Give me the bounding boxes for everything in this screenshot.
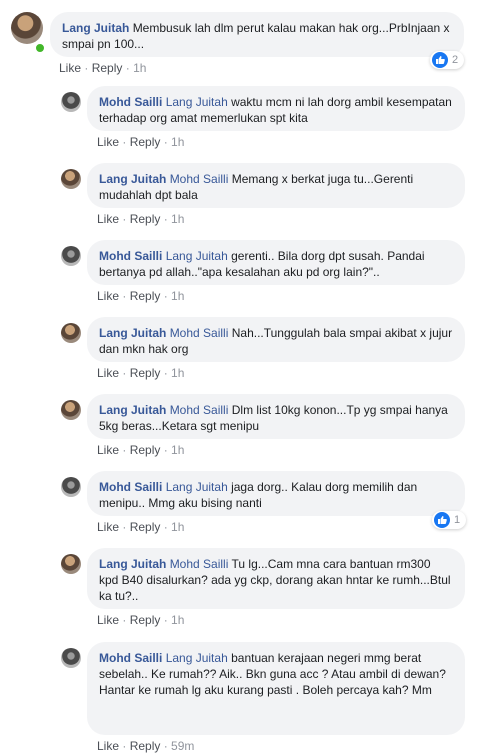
comment-author[interactable]: Mohd Sailli bbox=[99, 249, 162, 263]
avatar[interactable] bbox=[61, 169, 81, 189]
thumbs-up-icon bbox=[432, 52, 448, 68]
like-button[interactable]: Like bbox=[97, 443, 119, 457]
mention-link[interactable]: Lang Juitah bbox=[166, 480, 228, 494]
like-button[interactable]: Like bbox=[97, 289, 119, 303]
comment-actions: Like · Reply · 1h bbox=[97, 135, 184, 149]
reaction-count[interactable]: 1 bbox=[432, 511, 467, 529]
comment-actions: Like · Reply · 1h bbox=[97, 212, 184, 226]
separator: · bbox=[160, 366, 172, 380]
mention-link[interactable]: Mohd Sailli bbox=[170, 326, 229, 340]
like-button[interactable]: Like bbox=[97, 212, 119, 226]
avatar[interactable] bbox=[61, 477, 81, 497]
reply-button[interactable]: Reply bbox=[130, 613, 161, 627]
comment-bubble: Mohd Sailli Lang Juitah jaga dorg.. Kala… bbox=[87, 471, 465, 516]
reply-button[interactable]: Reply bbox=[130, 520, 161, 534]
avatar[interactable] bbox=[61, 648, 81, 668]
comment-actions: Like · Reply · 1h bbox=[59, 61, 146, 75]
reaction-count[interactable]: 2 bbox=[430, 51, 465, 69]
separator: · bbox=[119, 289, 130, 303]
like-button[interactable]: Like bbox=[97, 520, 119, 534]
reaction-number: 2 bbox=[452, 54, 459, 66]
separator: · bbox=[119, 739, 130, 753]
separator: · bbox=[119, 212, 130, 226]
comment-bubble: Lang Juitah Mohd Sailli Dlm list 10kg ko… bbox=[87, 394, 465, 439]
comment-actions: Like · Reply · 59m bbox=[97, 739, 194, 753]
comment-actions: Like · Reply · 1h bbox=[97, 289, 184, 303]
reply-button[interactable]: Reply bbox=[130, 366, 161, 380]
comment-time[interactable]: 1h bbox=[171, 366, 184, 380]
avatar[interactable] bbox=[61, 400, 81, 420]
mention-link[interactable]: Lang Juitah bbox=[166, 249, 228, 263]
reply-button[interactable]: Reply bbox=[130, 739, 161, 753]
separator: · bbox=[84, 61, 92, 75]
comment-author[interactable]: Mohd Sailli bbox=[99, 651, 162, 665]
reply-button[interactable]: Reply bbox=[130, 212, 161, 226]
comment-bubble: Mohd Sailli Lang Juitah waktu mcm ni lah… bbox=[87, 86, 465, 131]
reply-button[interactable]: Reply bbox=[130, 135, 161, 149]
separator: · bbox=[160, 135, 172, 149]
comment-bubble: Lang Juitah Mohd Sailli Nah...Tunggulah … bbox=[87, 317, 465, 362]
online-status-dot bbox=[34, 42, 46, 54]
separator: · bbox=[119, 443, 130, 457]
mention-link[interactable]: Mohd Sailli bbox=[170, 557, 229, 571]
comment-bubble: Mohd Sailli Lang Juitah bantuan kerajaan… bbox=[87, 642, 465, 735]
reply-button[interactable]: Reply bbox=[92, 61, 123, 75]
avatar[interactable] bbox=[11, 12, 43, 44]
avatar[interactable] bbox=[61, 246, 81, 266]
separator: · bbox=[160, 739, 172, 753]
mention-link[interactable]: Mohd Sailli bbox=[170, 172, 229, 186]
comment-actions: Like · Reply · 1h bbox=[97, 613, 184, 627]
comment-time[interactable]: 1h bbox=[171, 613, 184, 627]
comment-bubble: Lang Juitah Membusuk lah dlm perut kalau… bbox=[50, 12, 464, 57]
comment-author[interactable]: Lang Juitah bbox=[62, 21, 129, 35]
like-button[interactable]: Like bbox=[97, 613, 119, 627]
comment-author[interactable]: Lang Juitah bbox=[99, 172, 166, 186]
comment-actions: Like · Reply · 1h bbox=[97, 520, 184, 534]
reaction-number: 1 bbox=[454, 514, 461, 526]
like-button[interactable]: Like bbox=[97, 739, 119, 753]
thumbs-up-icon bbox=[434, 512, 450, 528]
comment-bubble: Mohd Sailli Lang Juitah gerenti.. Bila d… bbox=[87, 240, 465, 285]
comment-time[interactable]: 1h bbox=[133, 61, 146, 75]
separator: · bbox=[119, 135, 130, 149]
comment-author[interactable]: Mohd Sailli bbox=[99, 480, 162, 494]
comment-time[interactable]: 1h bbox=[171, 520, 184, 534]
reply-button[interactable]: Reply bbox=[130, 443, 161, 457]
comment-author[interactable]: Mohd Sailli bbox=[99, 95, 162, 109]
comment-time[interactable]: 1h bbox=[171, 135, 184, 149]
mention-link[interactable]: Lang Juitah bbox=[166, 95, 228, 109]
like-button[interactable]: Like bbox=[59, 61, 81, 75]
comment-author[interactable]: Lang Juitah bbox=[99, 557, 166, 571]
comment-time[interactable]: 1h bbox=[171, 443, 184, 457]
comment-actions: Like · Reply · 1h bbox=[97, 443, 184, 457]
separator: · bbox=[160, 520, 172, 534]
comment-time[interactable]: 59m bbox=[171, 739, 194, 753]
separator: · bbox=[119, 613, 130, 627]
separator: · bbox=[119, 366, 130, 380]
comment-author[interactable]: Lang Juitah bbox=[99, 403, 166, 417]
comment-time[interactable]: 1h bbox=[171, 212, 184, 226]
separator: · bbox=[160, 443, 172, 457]
like-button[interactable]: Like bbox=[97, 366, 119, 380]
comment-author[interactable]: Lang Juitah bbox=[99, 326, 166, 340]
mention-link[interactable]: Mohd Sailli bbox=[170, 403, 229, 417]
avatar[interactable] bbox=[61, 323, 81, 343]
separator: · bbox=[160, 613, 172, 627]
separator: · bbox=[160, 289, 172, 303]
separator: · bbox=[119, 520, 130, 534]
mention-link[interactable]: Lang Juitah bbox=[166, 651, 228, 665]
comment-time[interactable]: 1h bbox=[171, 289, 184, 303]
comment-actions: Like · Reply · 1h bbox=[97, 366, 184, 380]
avatar[interactable] bbox=[61, 92, 81, 112]
reply-button[interactable]: Reply bbox=[130, 289, 161, 303]
comment-bubble: Lang Juitah Mohd Sailli Memang x berkat … bbox=[87, 163, 465, 208]
comment-bubble: Lang Juitah Mohd Sailli Tu lg...Cam mna … bbox=[87, 548, 465, 609]
like-button[interactable]: Like bbox=[97, 135, 119, 149]
separator: · bbox=[125, 61, 134, 75]
avatar[interactable] bbox=[61, 554, 81, 574]
separator: · bbox=[160, 212, 172, 226]
